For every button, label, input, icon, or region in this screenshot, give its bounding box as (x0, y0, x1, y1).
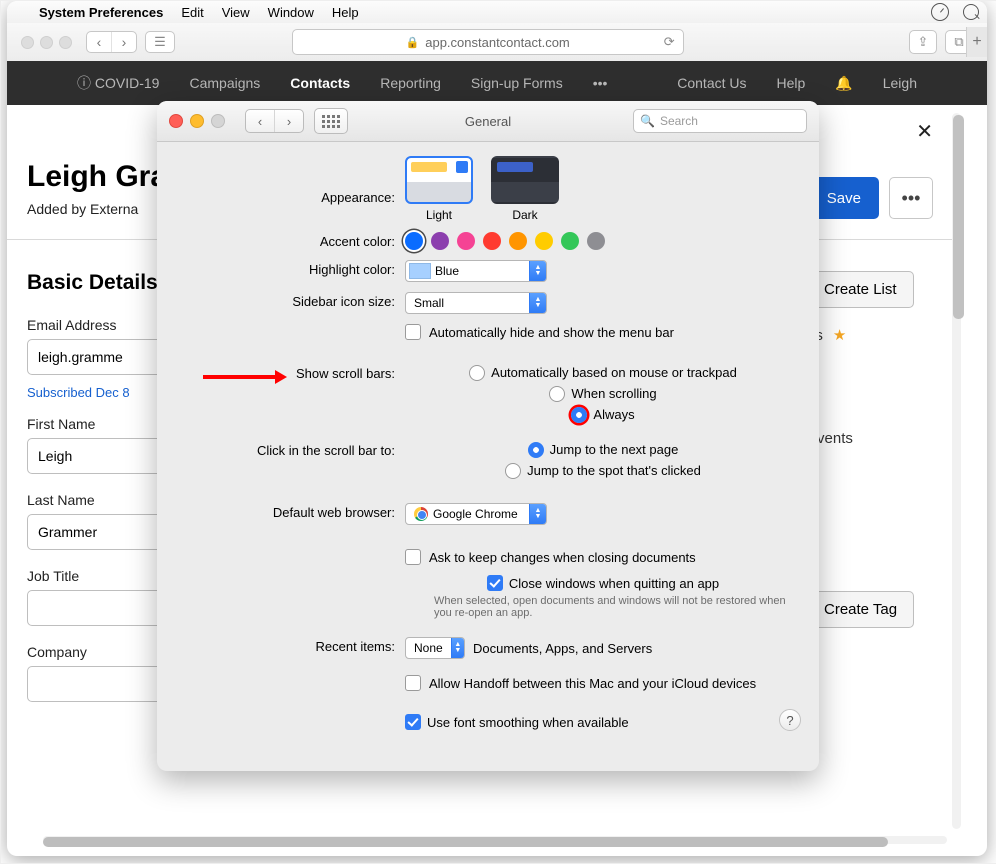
list-item-s[interactable]: s (807, 528, 937, 561)
recent-items-select[interactable]: None▲▼ (405, 637, 465, 659)
prefs-back-forward[interactable]: ‹› (245, 109, 304, 133)
nav-covid[interactable]: ⓘ COVID-19 (77, 73, 159, 93)
site-primary-nav: ⓘ COVID-19 Campaigns Contacts Reporting … (7, 61, 987, 105)
highlight-label: Highlight color: (175, 260, 405, 277)
appearance-label: Appearance: (175, 156, 405, 205)
list-item-ns[interactable]: ns★ (807, 318, 937, 352)
default-browser-label: Default web browser: (175, 503, 405, 520)
lock-icon: 🔒 (406, 36, 420, 49)
recent-items-label: Recent items: (175, 637, 405, 654)
font-smoothing-checkbox[interactable]: Use font smoothing when available (405, 714, 629, 730)
prefs-title: General (465, 114, 511, 129)
nav-contacts[interactable]: Contacts (290, 75, 350, 91)
sidebar-size-select[interactable]: Small▲▼ (405, 292, 547, 314)
nav-help[interactable]: Help (777, 75, 806, 91)
prefs-search-field[interactable]: 🔍 Search (633, 109, 807, 133)
system-preferences-window: ‹› General 🔍 Search Appearance: Light Da… (157, 101, 819, 771)
browser-toolbar: ‹› ☰ 🔒 app.constantcontact.com ⟳ ⇪ ⧉ + (7, 23, 987, 62)
highlight-select[interactable]: Blue ▲▼ (405, 260, 547, 282)
accent-color-5[interactable] (535, 232, 553, 250)
accent-color-row (405, 232, 801, 250)
sidebar-size-label: Sidebar icon size: (175, 292, 405, 309)
address-host: app.constantcontact.com (425, 35, 570, 50)
app-menu[interactable]: System Preferences (39, 5, 163, 20)
nav-reporting[interactable]: Reporting (380, 75, 441, 91)
prefs-grid-icon[interactable] (314, 108, 348, 134)
accent-color-7[interactable] (587, 232, 605, 250)
scrollbars-auto-radio[interactable]: Automatically based on mouse or trackpad (469, 364, 737, 381)
page-horizontal-scrollbar[interactable] (43, 836, 947, 844)
menu-edit[interactable]: Edit (181, 5, 203, 20)
annotation-arrow (203, 375, 277, 379)
close-windows-checkbox[interactable]: Close windows when quitting an app (487, 575, 719, 591)
menu-view[interactable]: View (222, 5, 250, 20)
close-windows-help: When selected, open documents and window… (412, 595, 794, 619)
browser-sidebar-icon[interactable]: ☰ (145, 31, 175, 53)
page-subtitle: Added by Externa (27, 201, 138, 217)
prefs-toolbar: ‹› General 🔍 Search (157, 101, 819, 142)
scrollbars-scrolling-radio[interactable]: When scrolling (549, 385, 656, 402)
accent-label: Accent color: (175, 232, 405, 249)
click-scrollbar-label: Click in the scroll bar to: (175, 441, 405, 458)
handoff-checkbox[interactable]: Allow Handoff between this Mac and your … (405, 675, 801, 691)
scrollbars-always-radio[interactable]: Always (571, 406, 634, 423)
accent-color-4[interactable] (509, 232, 527, 250)
reload-icon[interactable]: ⟳ (664, 34, 675, 50)
appearance-dark[interactable]: Dark (491, 156, 559, 222)
appearance-light[interactable]: Light (405, 156, 473, 222)
spotlight-icon[interactable] (963, 4, 979, 20)
accent-color-3[interactable] (483, 232, 501, 250)
nav-user[interactable]: Leigh (883, 75, 917, 91)
accent-color-0[interactable] (405, 232, 423, 250)
click-spot-radio[interactable]: Jump to the spot that's clicked (505, 462, 701, 479)
nav-signup[interactable]: Sign-up Forms (471, 75, 563, 91)
create-list-button[interactable]: Create List (807, 271, 914, 308)
menu-window[interactable]: Window (268, 5, 314, 20)
share-icon[interactable]: ⇪ (909, 30, 937, 54)
click-next-page-radio[interactable]: Jump to the next page (528, 441, 679, 458)
prefs-search-placeholder: Search (660, 114, 698, 128)
browser-address-bar[interactable]: 🔒 app.constantcontact.com ⟳ (292, 29, 684, 55)
nav-bell-icon[interactable]: 🔔 (835, 75, 852, 92)
autohide-menubar-checkbox[interactable]: Automatically hide and show the menu bar (405, 324, 801, 340)
search-icon: 🔍 (640, 114, 655, 128)
accent-color-1[interactable] (431, 232, 449, 250)
more-actions-button[interactable]: ••• (889, 177, 933, 219)
help-button[interactable]: ? (779, 709, 801, 731)
window-traffic-lights[interactable] (21, 36, 72, 49)
create-tag-button[interactable]: Create Tag (807, 591, 914, 628)
time-machine-icon[interactable] (931, 3, 949, 21)
browser-back-forward[interactable]: ‹› (86, 31, 137, 53)
accent-color-6[interactable] (561, 232, 579, 250)
new-tab-button[interactable]: + (966, 27, 987, 57)
default-browser-select[interactable]: Google Chrome ▲▼ (405, 503, 547, 525)
nav-more[interactable]: ••• (593, 75, 608, 91)
macos-menubar: System Preferences Edit View Window Help (7, 1, 987, 24)
menu-help[interactable]: Help (332, 5, 359, 20)
accent-color-2[interactable] (457, 232, 475, 250)
save-button[interactable]: Save (809, 177, 879, 219)
nav-contactus[interactable]: Contact Us (677, 75, 746, 91)
star-icon: ★ (833, 326, 846, 344)
page-scrollbar[interactable] (952, 113, 961, 829)
prefs-traffic-lights[interactable] (169, 114, 225, 128)
list-item-iz[interactable]: iz (807, 455, 937, 488)
nav-campaigns[interactable]: Campaigns (189, 75, 260, 91)
close-panel-button[interactable]: ✕ (916, 119, 933, 144)
recent-items-suffix: Documents, Apps, and Servers (473, 641, 652, 656)
ask-keep-changes-checkbox[interactable]: Ask to keep changes when closing documen… (405, 549, 801, 565)
list-item-events[interactable]: Events (807, 422, 937, 455)
